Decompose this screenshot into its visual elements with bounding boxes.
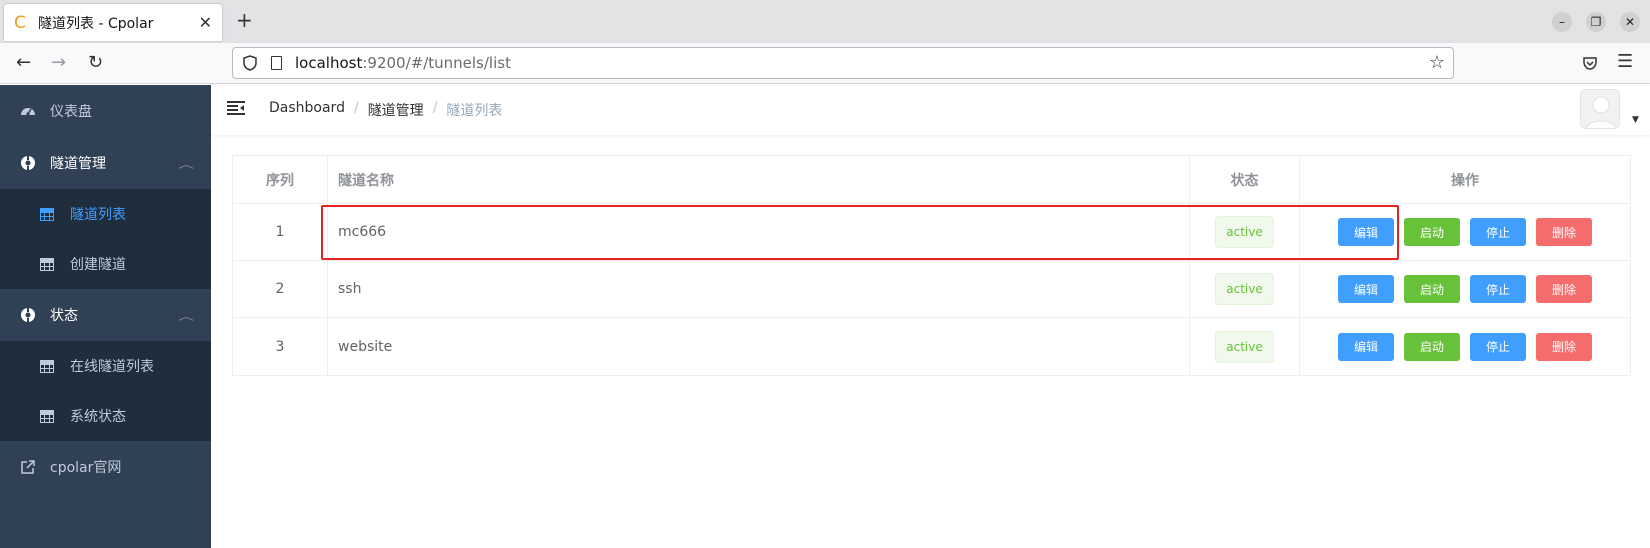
tunnel-submenu: 隧道列表 创建隧道 (0, 189, 211, 289)
column-header-status: 状态 (1190, 156, 1300, 203)
sidebar-item-label: 创建隧道 (70, 257, 126, 273)
chevron-up-icon: ︿ (178, 159, 194, 171)
status-cell: active (1190, 204, 1300, 260)
start-button[interactable]: 启动 (1404, 218, 1460, 246)
sidebar-item-label: 状态 (50, 308, 78, 324)
delete-button[interactable]: 删除 (1536, 218, 1592, 246)
status-badge: active (1215, 216, 1274, 248)
tunnel-name: website (328, 318, 1190, 375)
delete-button[interactable]: 删除 (1536, 275, 1592, 303)
stop-button[interactable]: 停止 (1470, 218, 1526, 246)
column-header-actions: 操作 (1451, 172, 1479, 189)
user-avatar-icon (1581, 90, 1619, 128)
browser-tab[interactable]: C 隧道列表 - Cpolar ✕ (4, 4, 222, 41)
sidebar-item-label: 在线隧道列表 (70, 359, 154, 375)
sidebar-item-status[interactable]: 状态 ︿ (0, 289, 211, 341)
address-bar[interactable]: localhost:9200/#/tunnels/list ☆ (232, 47, 1454, 79)
sidebar-item-system-status[interactable]: 系统状态 (0, 391, 211, 441)
pocket-icon[interactable] (1582, 55, 1598, 71)
tunnel-name: mc666 (328, 204, 1190, 260)
stop-button[interactable]: 停止 (1470, 332, 1526, 361)
external-link-icon (21, 460, 35, 474)
cpolar-favicon-icon: C (14, 12, 26, 33)
new-tab-button[interactable]: + (236, 10, 253, 30)
bookmark-star-icon[interactable]: ☆ (1429, 52, 1445, 73)
actions-cell: 编辑 启动 停止 删除 (1300, 204, 1630, 260)
sidebar-item-label: 隧道列表 (70, 207, 126, 223)
tunnel-name: ssh (328, 261, 1190, 317)
shield-icon[interactable] (243, 55, 257, 71)
edit-button[interactable]: 编辑 (1338, 218, 1394, 246)
table-row: 1 mc666 active 编辑 启动 停止 删除 (233, 204, 1630, 261)
column-header-index: 序列 (233, 156, 328, 203)
status-icon (21, 308, 35, 322)
status-submenu: 在线隧道列表 系统状态 (0, 341, 211, 441)
sidebar-item-online-tunnels[interactable]: 在线隧道列表 (0, 341, 211, 391)
restore-window-icon[interactable]: ❐ (1586, 12, 1606, 32)
edit-button[interactable]: 编辑 (1338, 332, 1394, 361)
reload-icon[interactable]: ↻ (88, 53, 103, 73)
edit-button[interactable]: 编辑 (1338, 275, 1394, 303)
main-content: Dashboard / 隧道管理 / 隧道列表 ▼ 序列 隧道名称 状态 操作 … (211, 85, 1650, 548)
sidebar: 仪表盘 隧道管理 ︿ 隧道列表 创建隧道 状态 ︿ 在线隧道列表 系统状态 cp… (0, 85, 211, 548)
menu-hamburger-icon[interactable]: ☰ (1617, 52, 1633, 72)
dashboard-icon (21, 108, 35, 116)
status-cell: active (1190, 318, 1300, 375)
browser-tab-bar: C 隧道列表 - Cpolar ✕ + – ❐ ✕ (0, 0, 1650, 43)
table-icon (40, 207, 54, 221)
tab-title: 隧道列表 - Cpolar (38, 15, 154, 32)
back-arrow-icon[interactable]: ← (16, 53, 31, 73)
start-button[interactable]: 启动 (1404, 275, 1460, 303)
status-badge: active (1215, 330, 1274, 363)
sidebar-item-create-tunnel[interactable]: 创建隧道 (0, 239, 211, 289)
breadcrumb-separator: / (353, 100, 359, 116)
breadcrumb: Dashboard / 隧道管理 / 隧道列表 (269, 100, 502, 120)
table-header-row: 序列 隧道名称 状态 操作 (233, 156, 1630, 204)
actions-cell: 编辑 启动 停止 删除 (1300, 318, 1630, 375)
browser-navigation-bar: ← → ↻ localhost:9200/#/tunnels/list ☆ ☰ (0, 43, 1650, 84)
table-row: 3 website active 编辑 启动 停止 删除 (233, 318, 1630, 375)
url-host: localhost (295, 54, 363, 72)
tunnel-table: 序列 隧道名称 状态 操作 1 mc666 active 编辑 启动 停止 删除… (232, 155, 1631, 376)
row-index: 3 (233, 318, 328, 375)
caret-down-icon[interactable]: ▼ (1632, 115, 1639, 125)
url-path: :9200/#/tunnels/list (362, 54, 511, 72)
sidebar-item-tunnel-list[interactable]: 隧道列表 (0, 189, 211, 239)
table-row: 2 ssh active 编辑 启动 停止 删除 (233, 261, 1630, 318)
table-icon (40, 257, 54, 271)
avatar[interactable] (1580, 89, 1620, 129)
breadcrumb-item-tunnel-manage[interactable]: 隧道管理 (368, 100, 424, 120)
sidebar-item-label: 隧道管理 (50, 156, 106, 172)
breadcrumb-separator: / (432, 100, 438, 116)
chevron-up-icon: ︿ (178, 311, 194, 323)
sidebar-item-cpolar-website[interactable]: cpolar官网 (0, 441, 211, 493)
start-button[interactable]: 启动 (1404, 332, 1460, 361)
row-index: 2 (233, 261, 328, 317)
stop-button[interactable]: 停止 (1470, 275, 1526, 303)
actions-cell: 编辑 启动 停止 删除 (1300, 261, 1630, 317)
sidebar-item-dashboard[interactable]: 仪表盘 (0, 85, 211, 137)
sidebar-item-label: cpolar官网 (50, 460, 122, 476)
tunnel-manage-icon (21, 156, 35, 170)
breadcrumb-item-tunnel-list: 隧道列表 (446, 103, 503, 119)
top-navbar: Dashboard / 隧道管理 / 隧道列表 ▼ (211, 85, 1650, 135)
url-text[interactable]: localhost:9200/#/tunnels/list (295, 54, 511, 72)
delete-button[interactable]: 删除 (1536, 332, 1592, 361)
sidebar-toggle-icon[interactable] (227, 100, 245, 116)
breadcrumb-item-dashboard[interactable]: Dashboard (269, 100, 345, 120)
close-window-icon[interactable]: ✕ (1620, 12, 1640, 32)
sidebar-item-tunnel-manage[interactable]: 隧道管理 ︿ (0, 137, 211, 189)
sidebar-item-label: 仪表盘 (50, 104, 92, 120)
forward-arrow-icon[interactable]: → (51, 53, 66, 73)
status-cell: active (1190, 261, 1300, 317)
row-index: 1 (233, 204, 328, 260)
table-icon (40, 359, 54, 373)
minimize-window-icon[interactable]: – (1552, 12, 1572, 32)
status-badge: active (1215, 273, 1274, 305)
table-icon (40, 409, 54, 423)
sidebar-item-label: 系统状态 (70, 409, 126, 425)
close-tab-icon[interactable]: ✕ (199, 13, 212, 32)
page-icon (271, 56, 282, 70)
column-header-name: 隧道名称 (328, 156, 1190, 203)
